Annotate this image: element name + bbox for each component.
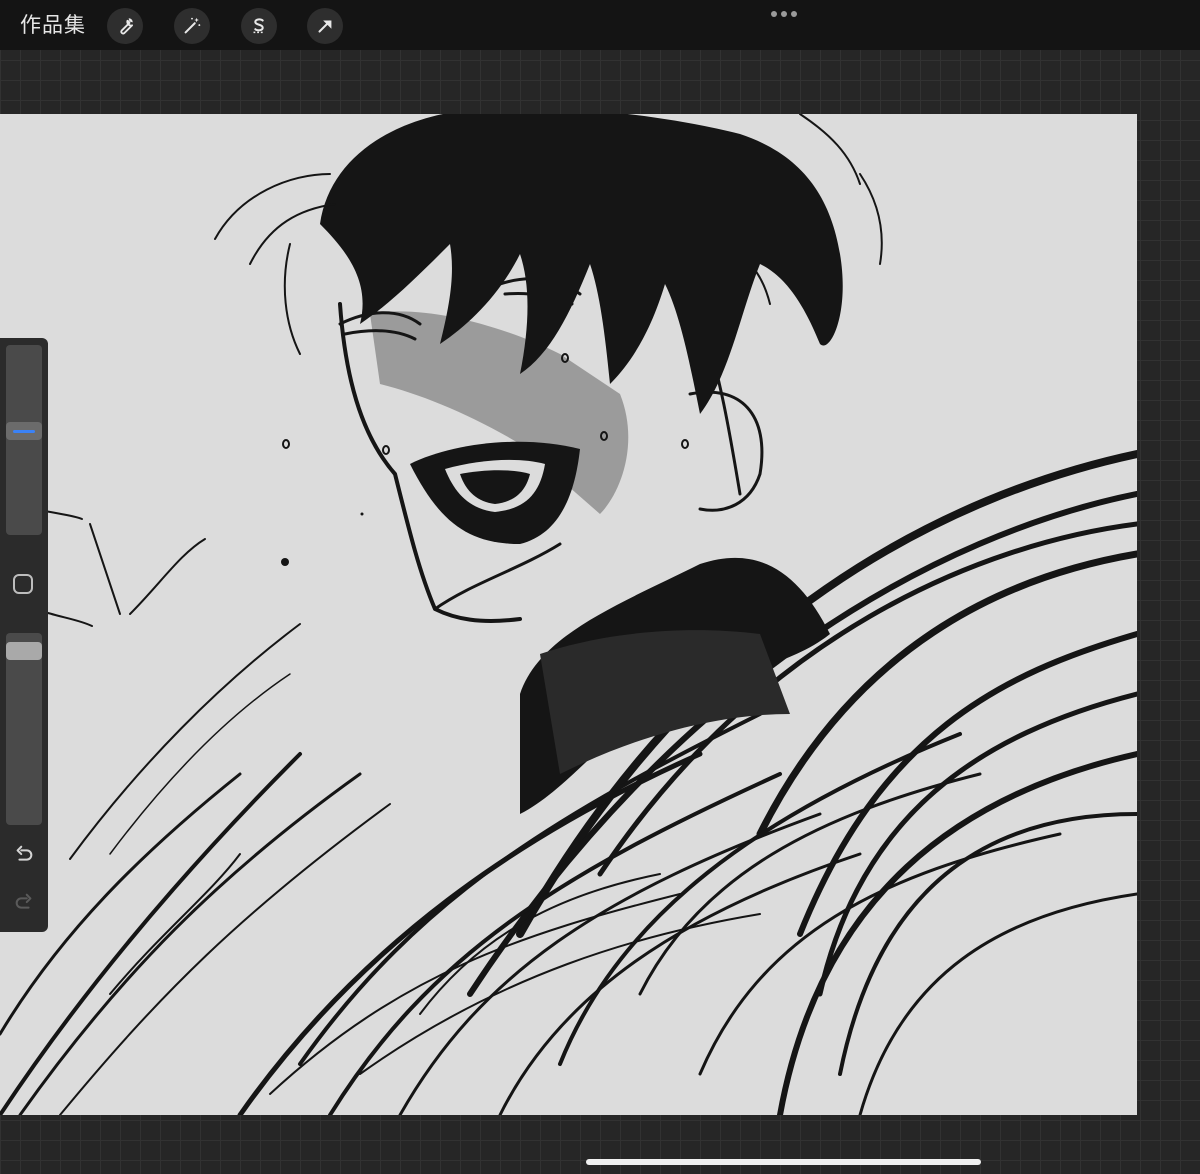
- selection-button[interactable]: [241, 8, 277, 44]
- ink-dot: [281, 558, 289, 566]
- brush-size-thumb[interactable]: [6, 422, 42, 440]
- gallery-button[interactable]: 作品集: [20, 11, 86, 39]
- sketch-artwork: [0, 114, 1137, 1115]
- drawing-canvas[interactable]: grayscale ink sketch of a shouting dark-…: [0, 114, 1137, 1115]
- body-hatching: [237, 450, 1137, 1115]
- redo-button[interactable]: [11, 890, 37, 916]
- selection-s-icon: [253, 18, 265, 34]
- brush-opacity-slider[interactable]: [6, 633, 42, 825]
- transform-button[interactable]: [307, 8, 343, 44]
- undo-arrow-icon: [16, 845, 33, 861]
- wrench-icon: [120, 18, 133, 35]
- ink-dot: [360, 512, 364, 516]
- dot: [781, 11, 787, 17]
- dot: [791, 11, 797, 17]
- undo-button[interactable]: [11, 842, 37, 868]
- brush-opacity-thumb[interactable]: [6, 642, 42, 660]
- home-indicator[interactable]: [586, 1159, 981, 1165]
- mouth: [410, 441, 580, 544]
- magic-wand-icon: [184, 17, 201, 34]
- actions-button[interactable]: [107, 8, 143, 44]
- brush-sidebar: [0, 338, 48, 932]
- rounded-square-icon[interactable]: [13, 574, 33, 594]
- dot: [771, 11, 777, 17]
- more-dots-icon[interactable]: [771, 10, 797, 18]
- top-toolbar: 作品集: [0, 0, 1200, 50]
- redo-arrow-icon: [15, 893, 32, 909]
- procreate-app: 作品集: [0, 0, 1200, 1174]
- arrow-cursor-icon: [318, 20, 332, 33]
- brush-size-slider[interactable]: [6, 345, 42, 535]
- adjustments-button[interactable]: [174, 8, 210, 44]
